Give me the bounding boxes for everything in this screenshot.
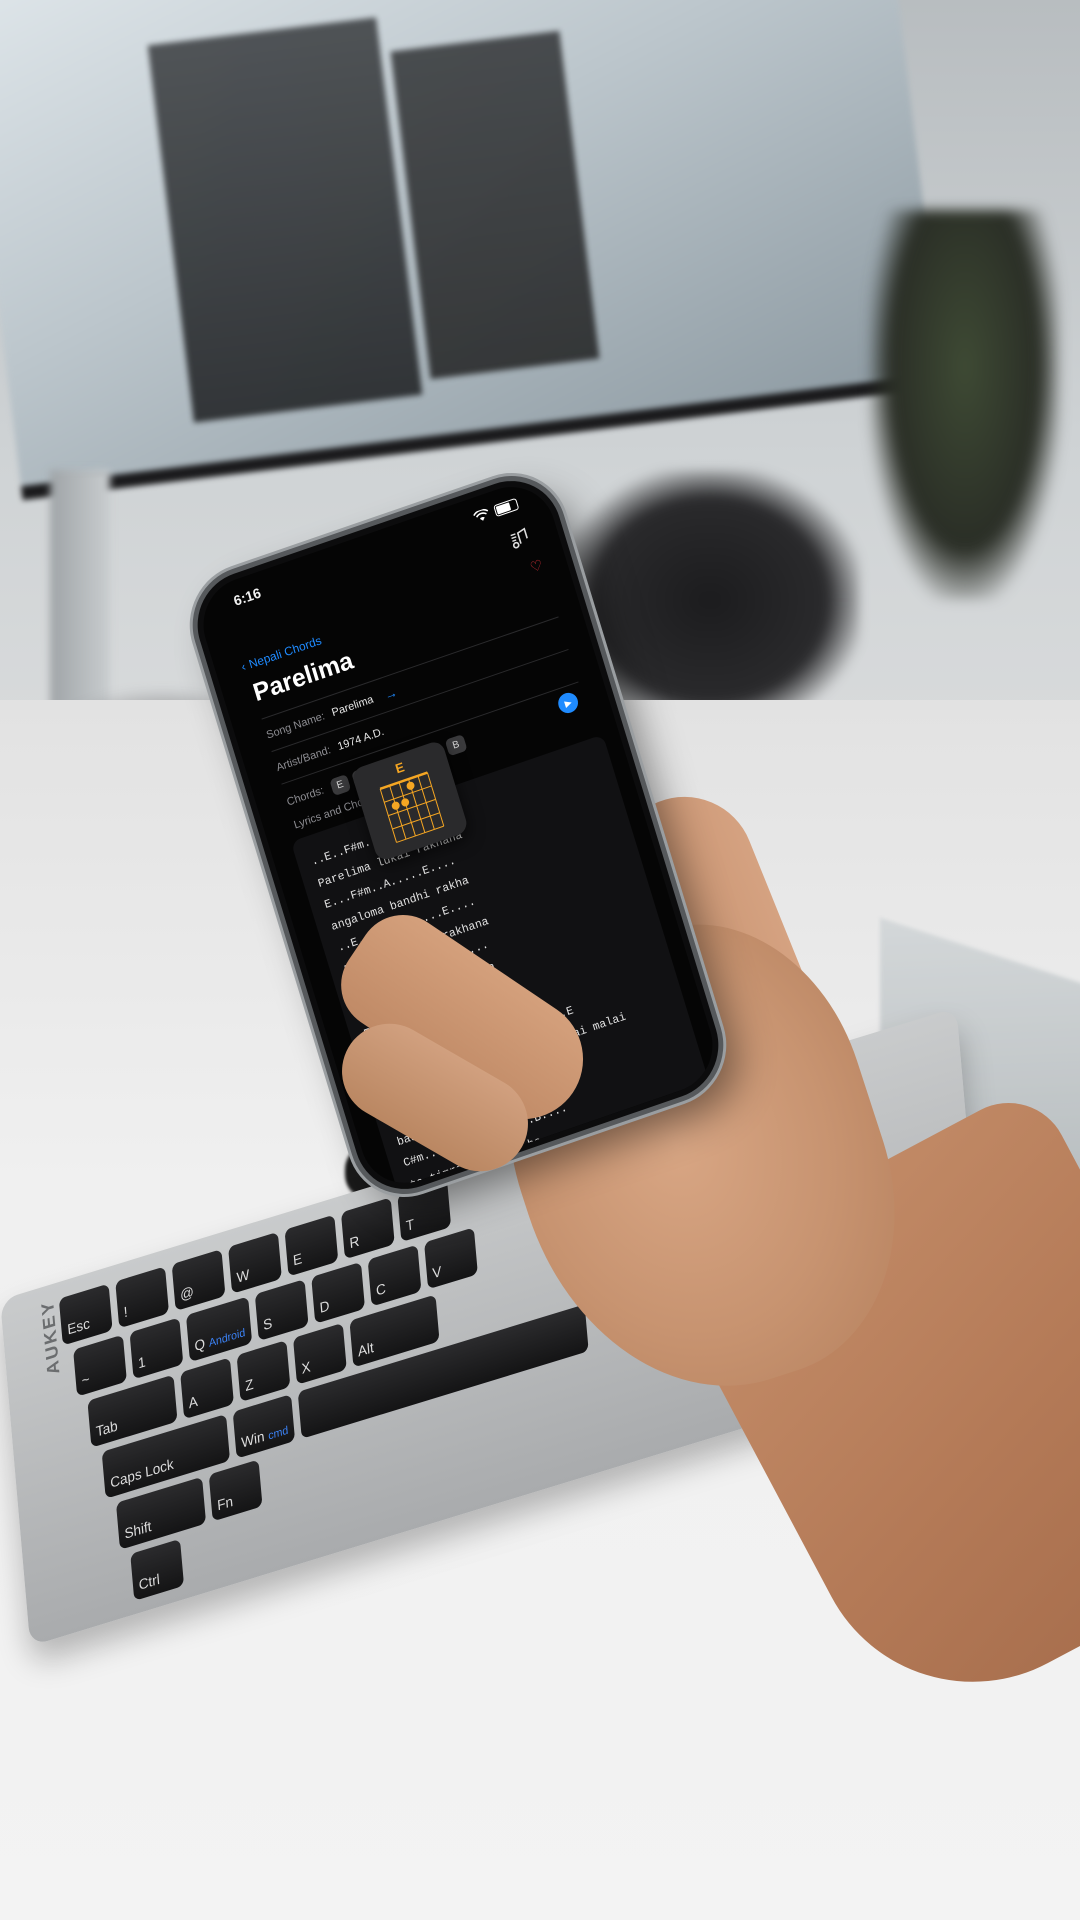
song-name-value: Parelima (330, 693, 375, 720)
key-label: ~ (80, 1370, 91, 1389)
keyboard-key: X (292, 1322, 347, 1385)
arrow-right-icon: → (382, 683, 400, 703)
key-label: S (262, 1314, 273, 1334)
monitor-shelf-image (147, 17, 423, 423)
key-label: ! (123, 1303, 129, 1321)
play-button[interactable]: ▶ (555, 690, 581, 716)
key-label: Win (240, 1427, 266, 1451)
keyboard-key: R (340, 1197, 395, 1260)
keyboard-key: S (254, 1279, 309, 1342)
keyboard-key: A (180, 1357, 234, 1420)
chevron-left-icon: ‹ (239, 659, 248, 675)
key-label: V (431, 1262, 443, 1282)
key-label: C (375, 1279, 387, 1299)
artist-value: 1974 A.D. (336, 725, 386, 754)
keyboard-key: @ (171, 1249, 226, 1312)
keyboard-key: ! (115, 1266, 170, 1329)
key-label: Z (244, 1375, 255, 1395)
status-time: 6:16 (231, 584, 263, 609)
heart-icon[interactable]: ♡ (528, 556, 545, 576)
key-label: Tab (95, 1416, 119, 1440)
keyboard-key: W (228, 1231, 282, 1294)
keyboard-key: Z (236, 1340, 291, 1403)
key-label: A (188, 1392, 199, 1412)
popup-chord-name: E (393, 759, 407, 777)
key-label: 1 (137, 1352, 147, 1372)
chords-label: Chords: (285, 784, 326, 809)
key-label: E (292, 1249, 303, 1269)
keyboard-key: Win cmd (232, 1394, 296, 1459)
keyboard-key: E (284, 1214, 339, 1277)
key-label: Alt (357, 1338, 375, 1360)
wifi-icon (473, 508, 489, 521)
key-label: D (318, 1296, 331, 1317)
key-label: Caps Lock (109, 1455, 175, 1491)
battery-icon (493, 497, 520, 518)
key-label: Q (193, 1334, 206, 1355)
keyboard-key: Esc (58, 1283, 113, 1346)
status-icons (472, 497, 520, 524)
key-label: T (405, 1215, 415, 1235)
keyboard-key: V (423, 1227, 478, 1290)
keyboard-key: T (397, 1180, 452, 1243)
keyboard-key: Ctrl (130, 1538, 185, 1601)
key-sublabel: Android (208, 1326, 246, 1350)
chord-fretboard-diagram (379, 771, 445, 843)
key-label: Esc (66, 1314, 91, 1338)
chord-chip[interactable]: B (444, 733, 468, 756)
key-label: X (300, 1357, 312, 1377)
keyboard-key: ~ (73, 1334, 127, 1397)
plant (870, 210, 1060, 600)
key-label: Fn (216, 1492, 234, 1514)
music-note-icon[interactable] (508, 526, 533, 552)
keyboard-key: D (311, 1261, 365, 1324)
key-label: Ctrl (138, 1570, 161, 1594)
chord-chip[interactable]: E (328, 773, 352, 796)
key-label: R (348, 1232, 360, 1252)
key-label: W (235, 1265, 251, 1286)
key-label: Shift (123, 1517, 153, 1542)
key-label: @ (179, 1282, 195, 1304)
keyboard-key: Fn (208, 1459, 263, 1522)
keyboard-key: C (367, 1244, 422, 1307)
key-sublabel: cmd (267, 1424, 289, 1443)
photo-scene: AUKEY Esc! @ W E R T ~1 Q Android S D C V Tab A Z X Alt Ca… (0, 0, 1080, 1920)
keyboard-key: 1 (129, 1317, 184, 1380)
